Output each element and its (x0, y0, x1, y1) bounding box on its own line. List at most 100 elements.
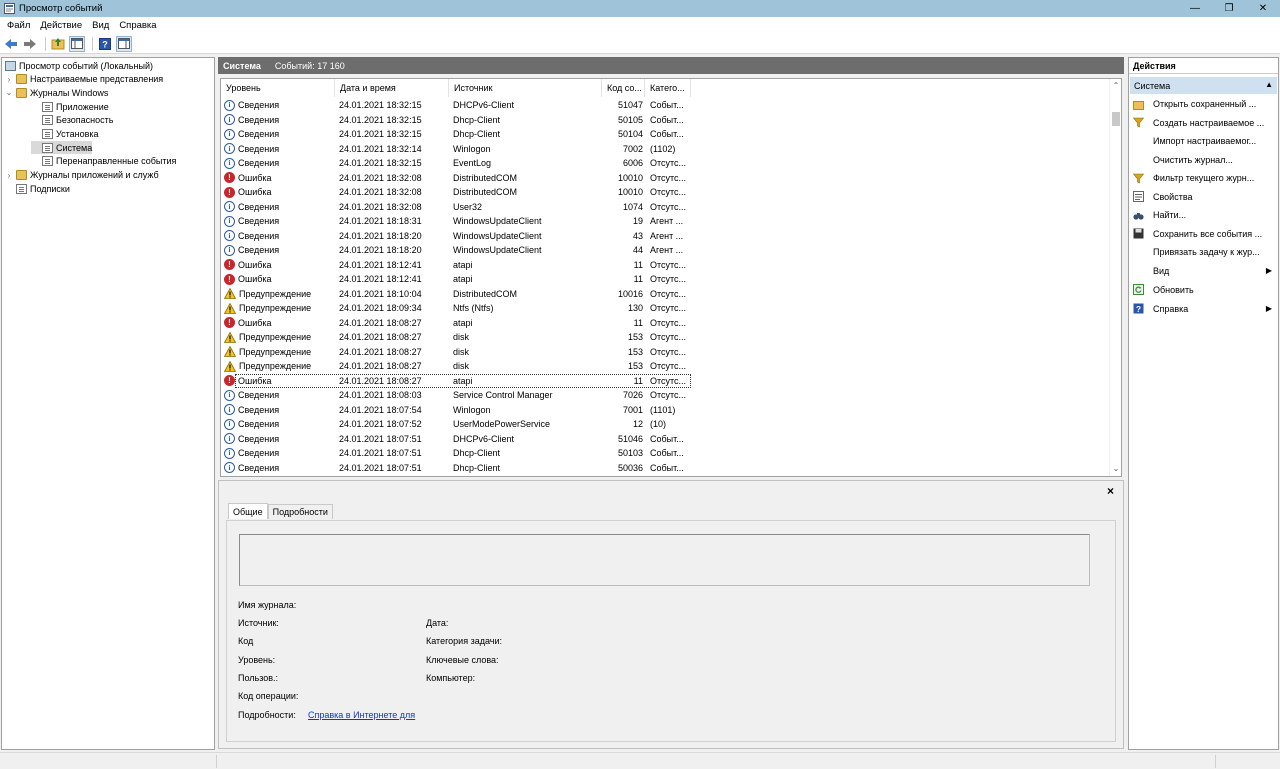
level-text: Сведения (238, 404, 280, 415)
event-row[interactable]: ! Ошибка 24.01.2021 18:08:27 atapi 11 Отсутс.… (221, 373, 1109, 388)
action-item[interactable]: Импорт настраиваемог... (1129, 132, 1278, 150)
close-button[interactable]: ✕ (1246, 0, 1280, 17)
event-description-box[interactable] (239, 534, 1090, 586)
help-button[interactable]: ? (97, 36, 113, 52)
close-details-button[interactable]: × (1107, 484, 1114, 498)
menu-help[interactable]: Справка (114, 20, 161, 31)
tree-item[interactable]: Приложение (31, 100, 109, 113)
tree-item[interactable]: Подписки (5, 182, 70, 195)
event-row[interactable]: Предупреждение 24.01.2021 18:09:34 Ntfs (N… (221, 301, 1109, 316)
action-item[interactable]: Фильтр текущего журн... (1129, 169, 1278, 187)
event-row[interactable]: i Сведения 24.01.2021 18:08:03 Service Cont… (221, 388, 1109, 403)
event-row[interactable]: i Сведения 24.01.2021 18:07:52 UserModePowe… (221, 417, 1109, 432)
up-folder-button[interactable] (50, 36, 66, 52)
event-row[interactable]: i Сведения 24.01.2021 18:18:20 WindowsUpdat… (221, 243, 1109, 258)
cell-category: Отсутс... (650, 187, 687, 198)
action-item[interactable]: ? Справка ▶ (1129, 300, 1278, 318)
column-event-id[interactable]: Код со... (602, 79, 645, 97)
menu-view[interactable]: Вид (87, 20, 114, 31)
event-row[interactable]: ! Ошибка 24.01.2021 18:32:08 DistributedCOM… (221, 171, 1109, 186)
event-row[interactable]: i Сведения 24.01.2021 18:18:20 WindowsUpdat… (221, 229, 1109, 244)
cell-date: 24.01.2021 18:18:31 (339, 216, 422, 227)
event-row[interactable]: i Сведения 24.01.2021 18:07:51 Dhcp-Client 5… (221, 461, 1109, 476)
column-source[interactable]: Источник (449, 79, 602, 97)
cell-date: 24.01.2021 18:08:03 (339, 390, 422, 401)
action-item[interactable]: Свойства (1129, 188, 1278, 206)
tree-item-label: Система (56, 142, 93, 153)
tree-item-label: Подписки (30, 183, 70, 194)
cell-level: Предупреждение (224, 301, 334, 316)
tree-item[interactable]: Просмотр событий (Локальный) (5, 59, 153, 72)
action-item[interactable]: Привязать задачу к жур... (1129, 243, 1278, 261)
action-item[interactable]: Обновить (1129, 281, 1278, 299)
event-row[interactable]: ! Ошибка 24.01.2021 18:32:08 DistributedCOM… (221, 185, 1109, 200)
event-row[interactable]: ! Ошибка 24.01.2021 18:12:41 atapi 11 Отсутс.… (221, 272, 1109, 287)
cell-category: Отсутс... (650, 346, 687, 357)
refresh-icon (1133, 284, 1144, 295)
event-row[interactable]: Предупреждение 24.01.2021 18:10:04 Distrib… (221, 287, 1109, 302)
tree-item[interactable]: › Журналы приложений и служб (5, 169, 159, 182)
level-text: Ошибка (238, 375, 272, 386)
event-row[interactable]: i Сведения 24.01.2021 18:32:15 Dhcp-Client 5… (221, 127, 1109, 142)
event-row[interactable]: Предупреждение 24.01.2021 18:08:27 disk 153… (221, 345, 1109, 360)
action-item[interactable]: Очистить журнал... (1129, 151, 1278, 169)
menu-action[interactable]: Действие (35, 20, 87, 31)
tree-item[interactable]: ⌄ Журналы Windows (5, 86, 108, 99)
events-scrollbar[interactable]: ⌃ ⌄ (1109, 79, 1121, 476)
event-row[interactable]: i Сведения 24.01.2021 18:07:51 Dhcp-Client 5… (221, 446, 1109, 461)
action-item[interactable]: Сохранить все события ... (1129, 225, 1278, 243)
column-date[interactable]: Дата и время (335, 79, 449, 97)
menu-file[interactable]: Файл (2, 20, 35, 31)
online-help-link[interactable]: Справка в Интернете для (308, 710, 415, 720)
minimize-button[interactable]: — (1178, 0, 1212, 17)
cell-source: Service Control Manager (453, 390, 553, 401)
event-row[interactable]: i Сведения 24.01.2021 18:32:15 Dhcp-Client 5… (221, 113, 1109, 128)
tab-general[interactable]: Общие (228, 503, 268, 519)
action-item[interactable]: Открыть сохраненный ... (1129, 95, 1278, 113)
event-row[interactable]: i Сведения 24.01.2021 18:07:54 Winlogon 7001… (221, 403, 1109, 418)
scroll-up-arrow[interactable]: ⌃ (1110, 80, 1121, 92)
general-tab-body: Имя журнала: Источник: Дата: Код Категор… (226, 520, 1116, 742)
tree-item[interactable]: Безопасность (31, 114, 113, 127)
back-button[interactable] (3, 36, 19, 52)
expand-chevron-icon[interactable]: ⌄ (5, 88, 13, 97)
event-row[interactable]: ! Ошибка 24.01.2021 18:12:41 atapi 11 Отсутс.… (221, 258, 1109, 273)
action-item[interactable]: Создать настраиваемое ... (1129, 114, 1278, 132)
event-row[interactable]: ! Ошибка 24.01.2021 18:08:27 atapi 11 Отсутс.… (221, 316, 1109, 331)
event-row[interactable]: Предупреждение 24.01.2021 18:08:27 disk 153… (221, 330, 1109, 345)
arrow-left-icon (5, 38, 17, 49)
cell-category: Отсутс... (650, 288, 687, 299)
tree-item[interactable]: › Настраиваемые представления (5, 73, 163, 86)
scroll-down-arrow[interactable]: ⌄ (1110, 463, 1121, 475)
restore-button[interactable]: ❐ (1212, 0, 1246, 17)
tree-item[interactable]: Перенаправленные события (31, 155, 176, 168)
log-icon (16, 183, 27, 194)
event-row[interactable]: i Сведения 24.01.2021 18:32:08 User32 1074 От… (221, 200, 1109, 215)
event-row[interactable]: i Сведения 24.01.2021 18:32:15 DHCPv6-Clien… (221, 98, 1109, 113)
event-row[interactable]: i Сведения 24.01.2021 18:07:51 DHCPv6-Clien… (221, 432, 1109, 447)
cell-category: Агент ... (650, 230, 684, 241)
expand-chevron-icon[interactable]: › (5, 75, 13, 84)
cell-level: i Сведения (224, 214, 334, 229)
column-category[interactable]: Катего... (645, 79, 691, 97)
tree-item[interactable]: Система (31, 141, 93, 155)
actions-section-header[interactable]: Система ▲ (1130, 77, 1277, 94)
forward-button[interactable] (22, 36, 38, 52)
event-row[interactable]: i Сведения 24.01.2021 18:32:15 EventLog 6006… (221, 156, 1109, 171)
event-row[interactable]: Предупреждение 24.01.2021 18:08:27 disk 153… (221, 359, 1109, 374)
action-item[interactable]: Найти... (1129, 206, 1278, 224)
show-hide-action-pane-button[interactable] (116, 35, 132, 52)
event-row[interactable]: i Сведения 24.01.2021 18:32:14 Winlogon 7002… (221, 142, 1109, 157)
cell-category: Отсутс... (650, 375, 687, 386)
action-item[interactable]: Вид ▶ (1129, 262, 1278, 280)
tab-details[interactable]: Подробности (267, 504, 333, 519)
expand-chevron-icon[interactable]: › (5, 171, 13, 180)
scrollbar-thumb[interactable] (1112, 112, 1120, 126)
events-list[interactable]: Уровень Дата и время Источник Код со... … (220, 78, 1122, 477)
event-row[interactable]: i Сведения 24.01.2021 18:18:31 WindowsUpdat… (221, 214, 1109, 229)
tree-item[interactable]: Установка (31, 128, 99, 141)
info-icon: i (224, 230, 235, 242)
cell-event-id: 7026 (622, 390, 643, 401)
column-level[interactable]: Уровень (221, 79, 335, 97)
show-hide-tree-button[interactable] (69, 35, 85, 52)
